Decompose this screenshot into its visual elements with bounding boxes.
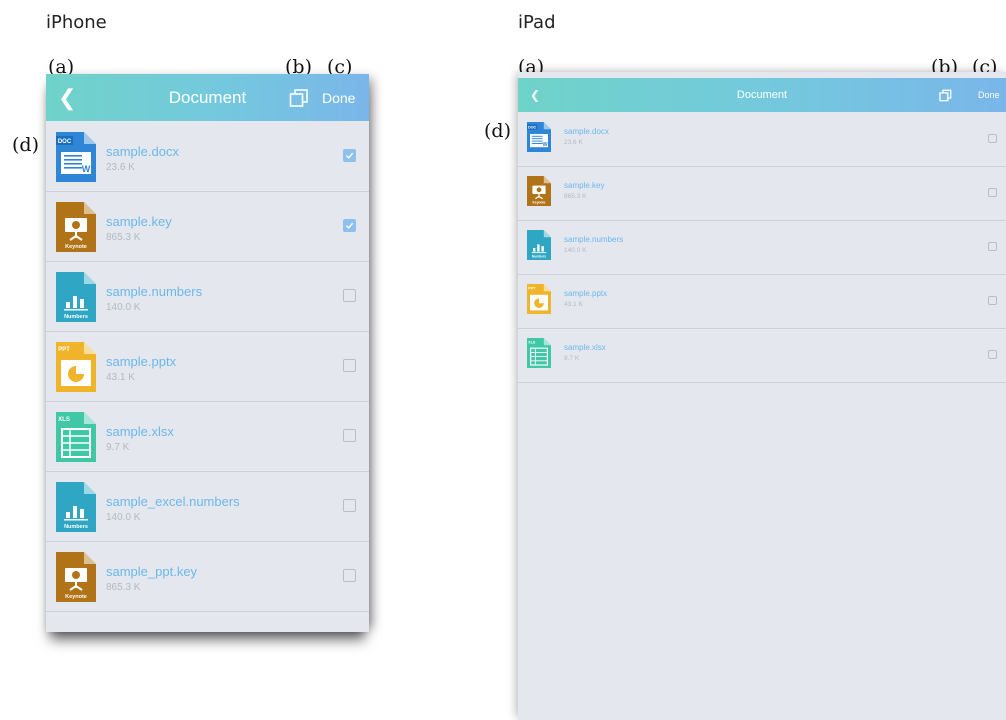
file-name: sample.xlsx [564,343,606,352]
file-row[interactable]: Keynote sample.key 865.3 K [46,191,369,262]
select-checkbox[interactable] [343,149,356,162]
iphone-navbar: ❮ Document Done [46,74,369,121]
file-size: 140.0 K [106,512,141,523]
iphone-caption: iPhone [46,12,107,33]
xls-file-icon: XLS [527,337,551,369]
xls-badge-text: XLS [528,340,536,344]
key-file-icon: Keynote [56,552,96,602]
file-name: sample_excel.numbers [106,494,240,509]
key-file-icon: Keynote [527,175,551,207]
file-size: 23.6 K [106,162,135,173]
ppt-badge-text: PPT [58,347,70,353]
file-row[interactable]: DOC W sample.docx 23.6 K [518,112,1006,167]
select-checkbox[interactable] [343,429,356,442]
file-name: sample.docx [564,127,609,136]
select-checkbox[interactable] [343,289,356,302]
annotation-d-ipad: (d) [484,120,511,142]
file-name: sample.pptx [106,354,177,369]
file-name: sample.numbers [564,235,624,244]
key-caption-text: Keynote [532,201,545,205]
file-size: 23.6 K [564,139,583,146]
select-checkbox[interactable] [988,350,997,359]
xls-badge-text: XLS [58,417,70,423]
ppt-file-icon: PPT [56,342,96,392]
doc-file-icon: DOC W [56,132,96,182]
file-list: DOC W sample.docx 23.6 K Keynote sample.key 86… [518,112,1006,720]
file-name: sample_ppt.key [106,564,198,579]
file-name: sample.pptx [564,289,608,298]
iphone-screen: ❮ Document Done DOC Wsample.docx 23.6 K Key… [46,74,369,632]
ipad-caption: iPad [518,12,556,33]
file-row[interactable]: PPT sample.pptx 43.1 K [46,331,369,402]
file-row[interactable]: XLS sample.xlsx 9.7 K [46,401,369,472]
done-button[interactable]: Done [978,78,1000,112]
xls-file-icon: XLS [56,412,96,462]
file-row[interactable]: Keynote sample_ppt.key 865.3 K [46,541,369,612]
file-size: 865.3 K [564,193,587,200]
ppt-badge-text: PPT [528,286,536,290]
select-checkbox[interactable] [343,359,356,372]
file-name: sample.xlsx [106,424,174,439]
numbers-caption-text: Numbers [532,255,546,259]
doc-file-icon: DOC W [527,121,551,153]
nav-title: Document [168,87,247,107]
file-size: 865.3 K [106,232,141,243]
file-row[interactable]: Numbers sample.numbers 140.0 K [46,261,369,332]
file-size: 9.7 K [106,442,130,453]
checkmark-icon [345,152,354,159]
ipad-navbar: ❮ Document Done [518,78,1006,112]
annotation-d-iphone: (d) [12,134,39,156]
select-checkbox[interactable] [988,134,997,143]
file-name: sample.key [564,181,605,190]
select-checkbox[interactable] [343,569,356,582]
select-checkbox[interactable] [988,188,997,197]
file-size: 140.0 K [564,247,587,254]
numbers-caption-text: Numbers [64,314,88,320]
ppt-file-icon: PPT [527,283,551,315]
doc-letter-text: W [82,164,91,174]
file-name: sample.docx [106,144,179,159]
file-size: 140.0 K [106,302,141,313]
select-checkbox[interactable] [988,296,997,305]
checkmark-icon [345,222,354,229]
file-size: 9.7 K [564,355,580,362]
select-checkbox[interactable] [343,219,356,232]
numbers-file-icon: Numbers [56,482,96,532]
numbers-file-icon: Numbers [527,229,551,261]
file-row[interactable]: Numbers sample.numbers 140.0 K [518,220,1006,275]
key-caption-text: Keynote [65,594,87,600]
key-caption-text: Keynote [65,244,87,250]
select-checkbox[interactable] [988,242,997,251]
file-name: sample.numbers [106,284,203,299]
file-size: 43.1 K [106,372,135,383]
key-file-icon: Keynote [56,202,96,252]
copy-icon[interactable] [939,78,952,112]
numbers-file-icon: Numbers [56,272,96,322]
file-row[interactable]: Keynote sample.key 865.3 K [518,166,1006,221]
file-size: 865.3 K [106,582,141,593]
file-row[interactable]: XLS sample.xlsx 9.7 K [518,328,1006,383]
file-row[interactable]: PPT sample.pptx 43.1 K [518,274,1006,329]
doc-badge-text: DOC [58,139,72,145]
numbers-caption-text: Numbers [64,524,88,530]
select-checkbox[interactable] [343,499,356,512]
file-row[interactable]: Numbers sample_excel.numbers 140.0 K [46,471,369,542]
doc-badge-text: DOC [528,126,536,130]
file-row[interactable]: DOC Wsample.docx 23.6 K [46,121,369,192]
copy-icon[interactable] [289,74,309,121]
file-list: DOC Wsample.docx 23.6 K Keynote sample.key 86… [46,121,369,632]
file-size: 43.1 K [564,301,583,308]
file-name: sample.key [106,214,172,229]
ipad-screen: ❮ Document Done DOC W sample.docx 23.6 K Key… [518,72,1006,720]
done-button[interactable]: Done [322,74,355,121]
nav-title: Document [736,89,788,101]
